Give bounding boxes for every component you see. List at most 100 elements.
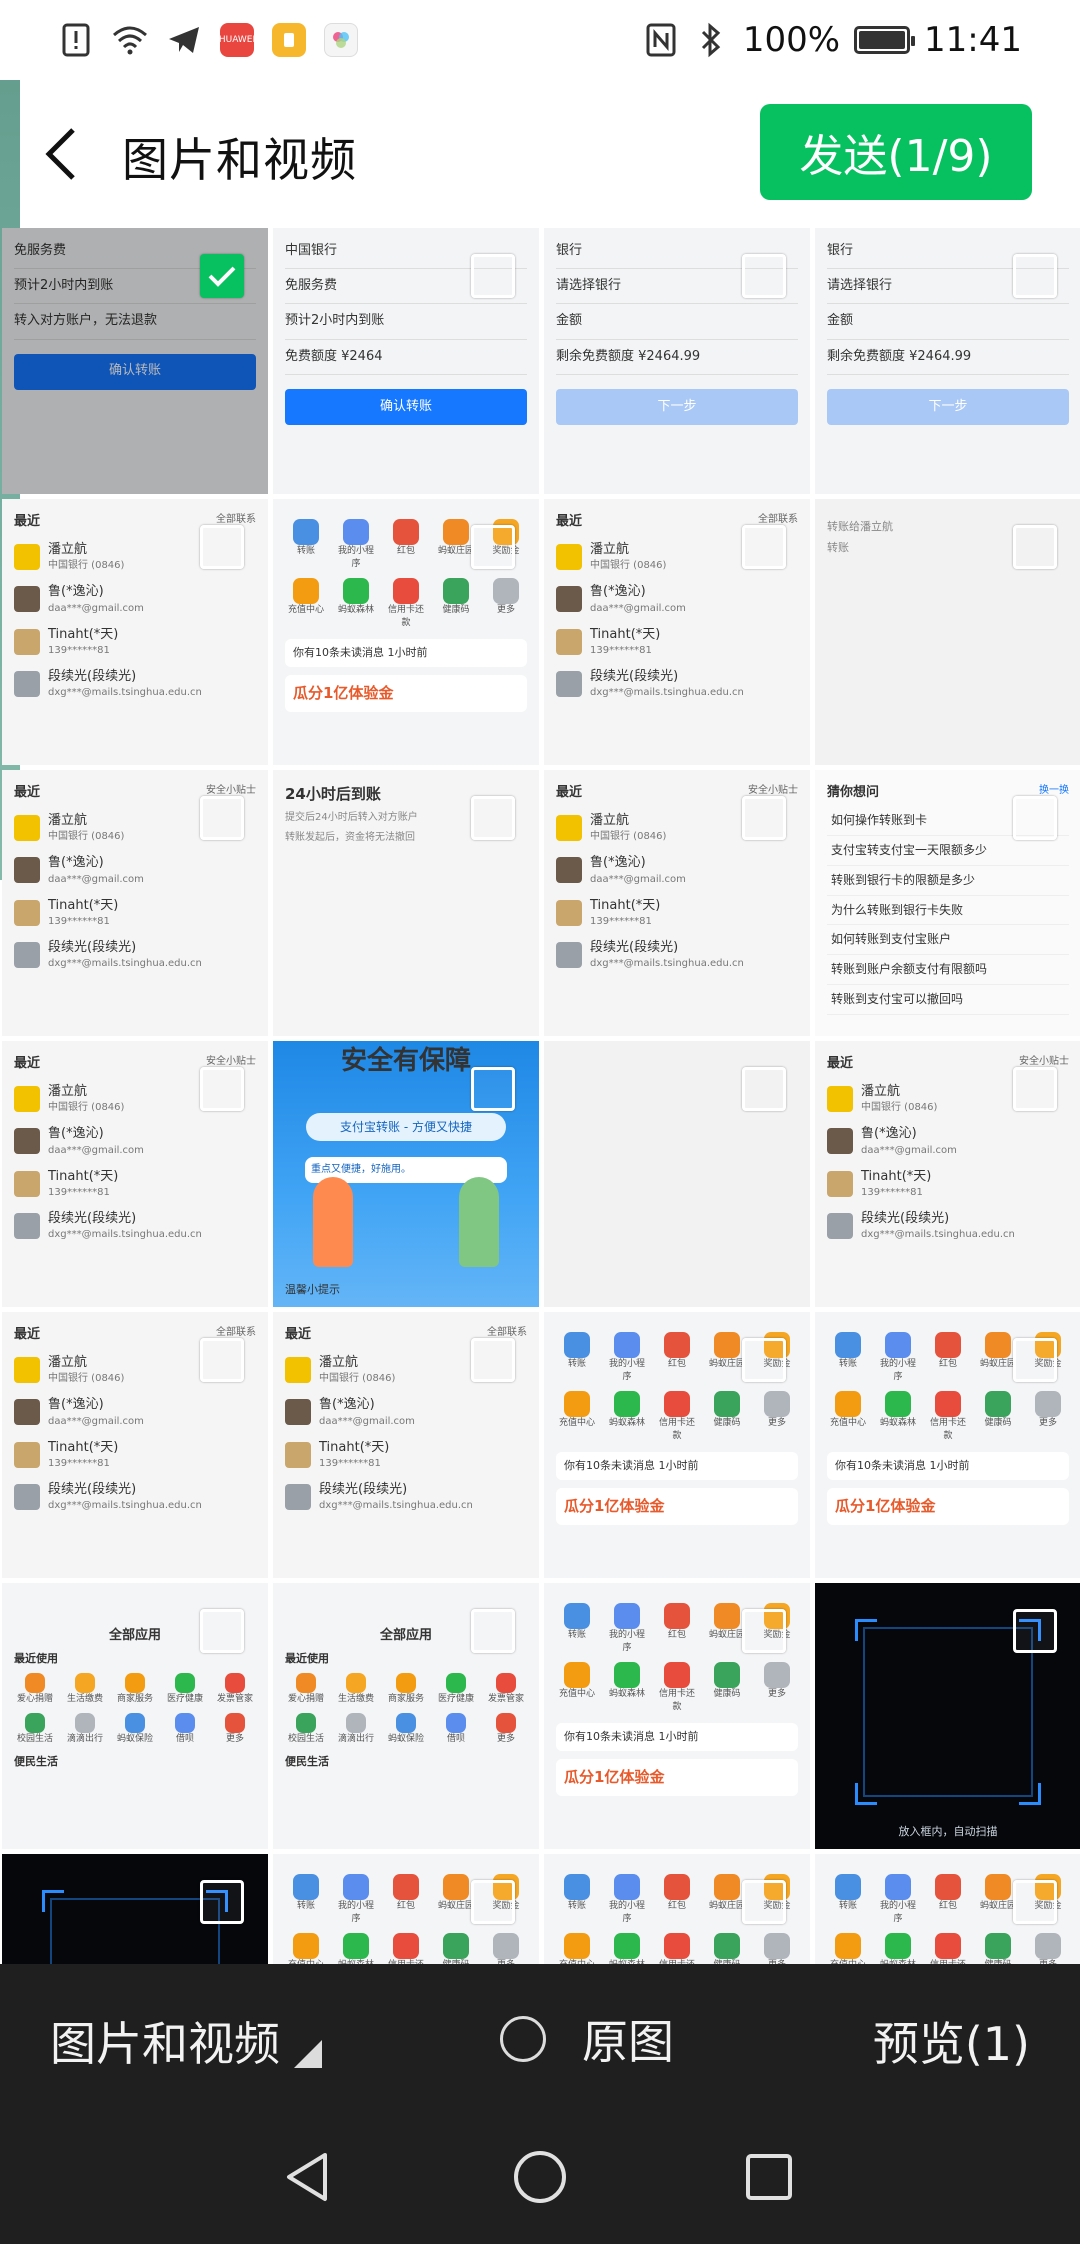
thumbnail-text: 预计2小时内到账 [285,313,385,329]
bottom-bar: 图片和视频 原图 预览(1) [0,1964,1080,2110]
select-checkbox[interactable] [200,1067,244,1111]
app-icon [614,1603,640,1629]
media-thumbnail[interactable]: 全部应用 最近使用 爱心捐赠 生活缴费 商家服务 医疗健康 发票管家 校园生活 滴滴出行 蚂蚁保险… [273,1583,539,1849]
app-label: 蚂蚁森林 [608,1689,645,1700]
nav-recents-button[interactable] [724,2132,814,2222]
question-item: 支付宝转支付宝一天限额多少 [827,836,1069,866]
album-label: 图片和视频 [50,2017,280,2071]
media-thumbnail[interactable]: 最近 安全小贴士 潘立航 中国银行 (0846) 鲁(*逸沁) daa***@gmail.… [815,1041,1080,1307]
select-checkbox[interactable] [742,525,786,569]
media-thumbnail[interactable]: 银行 请选择银行 金额 剩余免费额度 ¥2464.99 下一步 [815,228,1080,494]
divider [285,338,527,340]
app-icon [393,578,419,605]
media-thumbnail[interactable]: 猜你想问 换一换 如何操作转账到卡 支付宝转支付宝一天限额多少 转账到银行卡的限额是多少… [815,770,1080,1036]
media-thumbnail[interactable]: 最近 全部联系 潘立航 中国银行 (0846) 鲁(*逸沁) daa***@gmail.c… [2,499,268,765]
contact-sub: 139******81 [48,1186,110,1198]
app-icon [564,1603,590,1629]
wifi-icon [112,22,148,58]
select-checkbox[interactable] [1013,796,1057,840]
media-thumbnail[interactable]: 安全有保障 支付宝转账 - 方便又快捷 重点又便捷，好施用。 温馨小提示 [273,1041,539,1307]
app-item: 健康码 [706,1662,748,1713]
media-thumbnail[interactable]: 转账我的小程序红包蚂蚁庄园奖励金充值中心蚂蚁森林信用卡还款健康码更多 [273,1854,539,1964]
media-thumbnail[interactable]: 最近 全部联系 潘立航 中国银行 (0846) 鲁(*逸沁) daa***@gmail.c… [2,1312,268,1578]
select-checkbox[interactable] [471,1609,515,1653]
media-thumbnail[interactable]: 转账 我的小程序 红包 蚂蚁庄园 奖励金 充值中心 蚂蚁森林 信用卡还款 健康码 更多 你有10条未… [544,1583,810,1849]
app-icon [935,1874,961,1900]
scan-corner [855,1783,877,1805]
app-label: 充值中心 [558,1689,595,1700]
select-checkbox[interactable] [742,1609,786,1653]
app-icon [564,1662,590,1689]
select-checkbox[interactable] [471,796,515,840]
select-checkbox[interactable] [200,1880,244,1924]
media-thumbnail[interactable] [544,1041,810,1307]
select-checkbox[interactable] [742,796,786,840]
select-checkbox[interactable] [742,1067,786,1111]
media-thumbnail[interactable]: 转账我的小程序红包蚂蚁庄园奖励金充值中心蚂蚁森林信用卡还款健康码更多 [815,1854,1080,1964]
contact-info: 段续光(段续光) dxg***@mails.tsinghua.edu.cn [319,1481,473,1513]
media-thumbnail[interactable]: 转账给潘立航 转账 [815,499,1080,765]
select-checkbox[interactable] [200,525,244,569]
original-radio[interactable] [500,2016,546,2062]
nav-home-button[interactable] [495,2132,585,2222]
contact-name: 段续光(段续光) [48,1481,137,1497]
contact-info: 鲁(*逸沁) daa***@gmail.com [48,854,144,886]
select-checkbox[interactable] [471,525,515,569]
select-checkbox[interactable] [200,796,244,840]
app-label: 红包 [667,1901,686,1911]
select-checkbox[interactable] [1013,1338,1057,1382]
select-checkbox[interactable] [742,254,786,298]
album-selector[interactable]: 图片和视频 [50,2008,322,2074]
app-label: 蚂蚁保险 [116,1734,153,1745]
back-button[interactable] [30,114,90,194]
media-thumbnail[interactable]: 最近 安全小贴士 潘立航 中国银行 (0846) 鲁(*逸沁) daa***@gmail.… [2,1041,268,1307]
avatar [14,544,40,571]
promo-banner: 瓜分1亿体验金 [285,674,527,712]
media-thumbnail[interactable]: 全部应用 最近使用 爱心捐赠 生活缴费 商家服务 医疗健康 发票管家 校园生活 滴滴出行 蚂蚁保险… [2,1583,268,1849]
media-thumbnail[interactable]: 转账 我的小程序 红包 蚂蚁庄园 奖励金 充值中心 蚂蚁森林 信用卡还款 健康码 更多 你有10条未… [544,1312,810,1578]
media-thumbnail[interactable]: 免服务费 预计2小时内到账 转入对方账户，无法退款 确认转账 [2,228,268,494]
app-item: 借呗 [164,1713,206,1746]
app-item: 借呗 [435,1713,477,1746]
select-checkbox[interactable] [742,1880,786,1924]
media-thumbnail[interactable]: 最近 全部联系 潘立航 中国银行 (0846) 鲁(*逸沁) daa***@gmail.c… [273,1312,539,1578]
media-thumbnail[interactable]: 银行 请选择银行 金额 剩余免费额度 ¥2464.99 下一步 [544,228,810,494]
app-icon [396,1672,416,1693]
send-button[interactable]: 发送(1/9) [760,104,1032,200]
select-checkbox[interactable] [1013,1880,1057,1924]
select-checkbox[interactable] [200,254,244,298]
contact-sub: daa***@gmail.com [861,1144,957,1156]
media-thumbnail[interactable] [2,1854,268,1964]
select-checkbox[interactable] [1013,1067,1057,1111]
media-thumbnail[interactable]: 放入框内，自动扫描 [815,1583,1080,1849]
preview-button[interactable]: 预览(1) [873,2008,1030,2074]
select-checkbox[interactable] [471,254,515,298]
thumbnail-text: 转入对方账户，无法退款 [14,313,158,329]
select-checkbox[interactable] [471,1338,515,1382]
media-thumbnail[interactable]: 最近 安全小贴士 潘立航 中国银行 (0846) 鲁(*逸沁) daa***@gmail.… [2,770,268,1036]
media-thumbnail[interactable]: 转账 我的小程序 红包 蚂蚁庄园 奖励金 充值中心 蚂蚁森林 信用卡还款 健康码 更多 你有10条未… [815,1312,1080,1578]
media-thumbnail[interactable]: 最近 安全小贴士 潘立航 中国银行 (0846) 鲁(*逸沁) daa***@gmail.… [544,770,810,1036]
select-checkbox[interactable] [471,1067,515,1111]
original-toggle[interactable]: 原图 [500,2006,674,2072]
media-thumbnail[interactable]: 转账 我的小程序 红包 蚂蚁庄园 奖励金 充值中心 蚂蚁森林 信用卡还款 健康码 更多 你有10条未… [273,499,539,765]
contact-info: 潘立航 中国银行 (0846) [48,1083,124,1115]
select-checkbox[interactable] [1013,1609,1057,1653]
media-thumbnail[interactable]: 中国银行 免服务费 预计2小时内到账 免费额度 ¥2464 确认转账 [273,228,539,494]
contact-sub: 中国银行 (0846) [48,1102,125,1114]
select-checkbox[interactable] [742,1338,786,1382]
select-checkbox[interactable] [200,1338,244,1382]
media-thumbnail[interactable]: 转账我的小程序红包蚂蚁庄园奖励金充值中心蚂蚁森林信用卡还款健康码更多 [544,1854,810,1964]
divider [827,303,1069,305]
select-checkbox[interactable] [200,1609,244,1653]
select-checkbox[interactable] [1013,525,1057,569]
select-checkbox[interactable] [471,1880,515,1924]
media-thumbnail[interactable]: 最近 全部联系 潘立航 中国银行 (0846) 鲁(*逸沁) daa***@gmail.c… [544,499,810,765]
contact-row: 段续光(段续光) dxg***@mails.tsinghua.edu.cn [14,668,256,700]
select-checkbox[interactable] [1013,254,1057,298]
contact-name: 段续光(段续光) [590,668,679,684]
app-item: 更多 [756,1662,798,1713]
nav-back-button[interactable] [262,2132,352,2222]
media-thumbnail[interactable]: 24小时后到账 提交后24小时后转入对方账户 转账发起后，资金将无法撤回 [273,770,539,1036]
app-label: 信用卡还款 [387,605,424,628]
